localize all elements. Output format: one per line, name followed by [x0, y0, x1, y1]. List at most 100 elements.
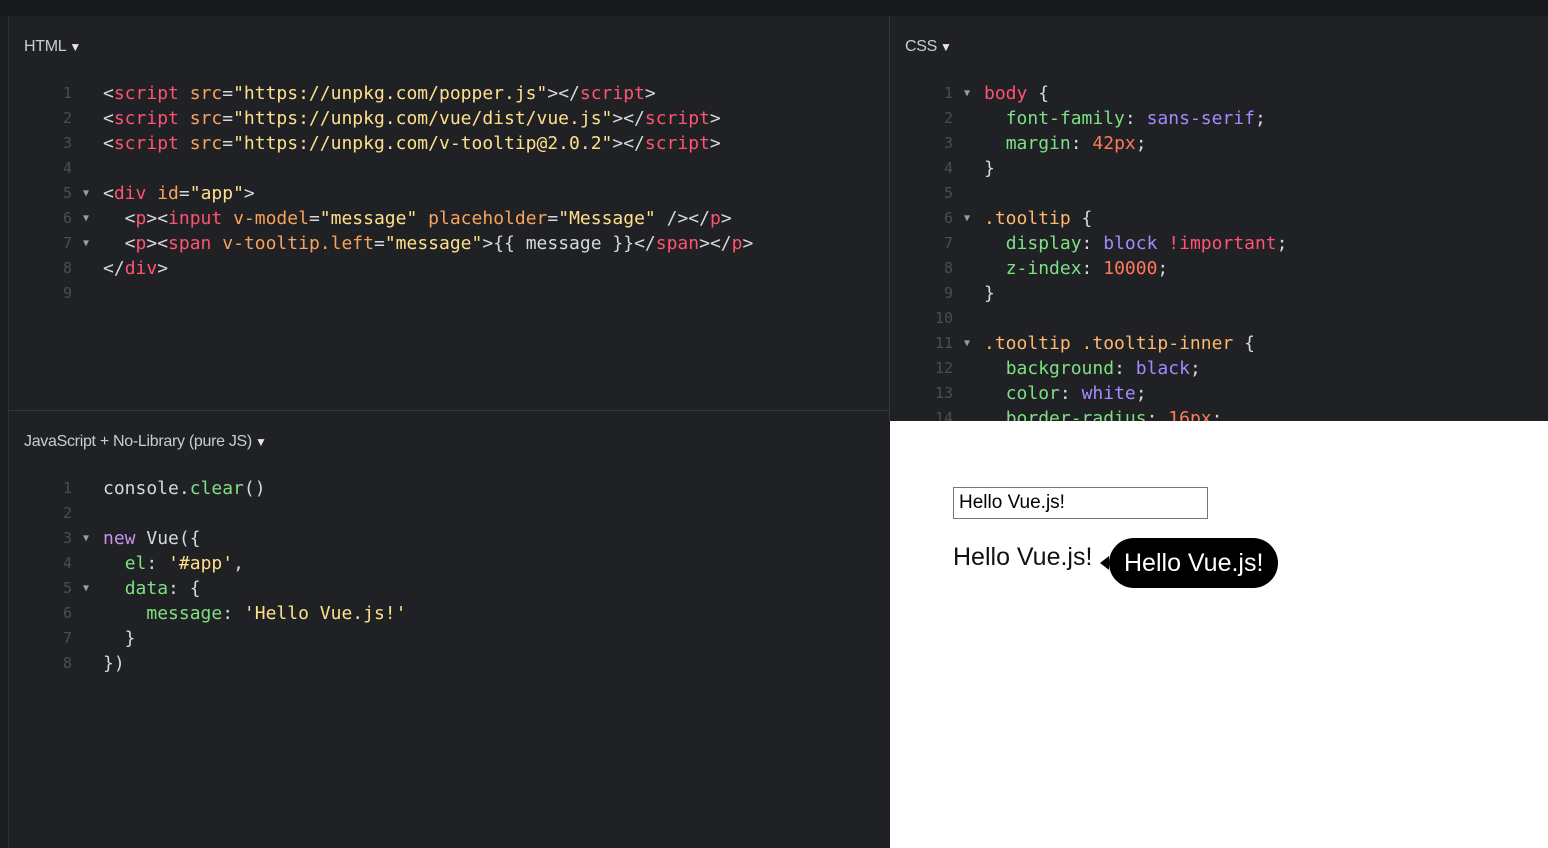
line-number: 5 [943, 184, 953, 202]
code-line[interactable]: 3 margin: 42px; [890, 131, 1548, 156]
js-editor-pane[interactable]: JavaScript + No-Library (pure JS) ▼ 1 con… [9, 411, 889, 848]
code-line[interactable]: 3 <script src="https://unpkg.com/v-toolti… [9, 131, 889, 156]
code-token: : { [168, 578, 201, 599]
code-token: = [547, 208, 559, 229]
message-input[interactable] [953, 487, 1208, 519]
fold-arrow-icon[interactable]: ▼ [83, 231, 89, 256]
code-token: span [655, 233, 700, 254]
code-text: <script src="https://unpkg.com/popper.js… [103, 81, 656, 106]
code-token: : [1146, 408, 1169, 421]
line-number: 7 [943, 234, 953, 252]
line-number: 9 [62, 284, 72, 302]
code-token: div [113, 183, 147, 204]
code-line[interactable]: 1 ▼ body { [890, 81, 1548, 106]
html-code-area[interactable]: 1 <script src="https://unpkg.com/popper.j… [9, 81, 889, 306]
fold-arrow-icon[interactable]: ▼ [83, 181, 89, 206]
code-token: ; [1254, 108, 1266, 129]
code-token: < [103, 183, 114, 204]
fold-arrow-icon[interactable]: ▼ [83, 206, 89, 231]
code-line[interactable]: 5 ▼ data: { [9, 576, 889, 601]
code-token: } [984, 283, 995, 304]
code-token: > [720, 208, 732, 229]
code-line[interactable]: 3 ▼ new Vue({ [9, 526, 889, 551]
code-line[interactable]: 7 ▼ <p><span v-tooltip.left="message">{{ … [9, 231, 889, 256]
code-line[interactable]: 7 } [9, 626, 889, 651]
code-token: : [1070, 133, 1093, 154]
code-line[interactable]: 4} [890, 156, 1548, 181]
code-token: > [709, 133, 721, 154]
code-text: <script src="https://unpkg.com/vue/dist/… [103, 106, 721, 131]
line-number: 8 [943, 259, 953, 277]
code-token: .tooltip [984, 208, 1071, 229]
dropdown-caret-icon[interactable]: ▼ [255, 435, 267, 449]
code-token: () [243, 478, 266, 499]
code-line[interactable]: 6 ▼ <p><input v-model="message" placehold… [9, 206, 889, 231]
fold-arrow-icon[interactable]: ▼ [83, 526, 89, 551]
js-code-area[interactable]: 1 console.clear() 2 3 ▼ new Vue({4 el: '#app'… [9, 476, 889, 676]
code-line[interactable]: 1 <script src="https://unpkg.com/popper.j… [9, 81, 889, 106]
code-line[interactable]: 7 display: block !important; [890, 231, 1548, 256]
line-number: 3 [62, 134, 72, 152]
css-code-area[interactable]: 1 ▼ body {2 font-family: sans-serif; 3 marg… [890, 81, 1548, 421]
fold-arrow-icon[interactable]: ▼ [964, 81, 970, 106]
dropdown-caret-icon[interactable]: ▼ [69, 40, 81, 54]
code-token: .tooltip .tooltip-inner [984, 333, 1234, 354]
code-line[interactable]: 10 [890, 306, 1548, 331]
code-token: white [1081, 383, 1136, 404]
html-pane-header[interactable]: HTML ▼ [24, 36, 81, 58]
code-line[interactable]: 5 ▼ <div id="app"> [9, 181, 889, 206]
code-line[interactable]: 13 color: white; [890, 381, 1548, 406]
code-token: v-tooltip.left [222, 233, 374, 254]
code-token: clear [189, 478, 244, 499]
code-token: ></ [612, 108, 645, 129]
code-token: p [135, 208, 147, 229]
css-editor-pane[interactable]: CSS ▼ 1 ▼ body {2 font-family: sans-serif;… [890, 16, 1548, 421]
code-line[interactable]: 2 font-family: sans-serif; [890, 106, 1548, 131]
code-text: </div> [103, 256, 168, 281]
js-pane-header[interactable]: JavaScript + No-Library (pure JS) ▼ [24, 431, 267, 453]
line-number: 5 [62, 184, 72, 202]
code-line[interactable]: 8 z-index: 10000; [890, 256, 1548, 281]
tooltip-arrow [1100, 556, 1109, 570]
code-line[interactable]: 8}) [9, 651, 889, 676]
code-line[interactable]: 4 [9, 156, 889, 181]
code-text: margin: 42px; [984, 131, 1147, 156]
code-line[interactable]: 12 background: black; [890, 356, 1548, 381]
code-token: p [709, 208, 721, 229]
code-line[interactable]: 2 <script src="https://unpkg.com/vue/dist… [9, 106, 889, 131]
dropdown-caret-icon[interactable]: ▼ [940, 40, 952, 54]
code-token: = [178, 183, 190, 204]
code-line[interactable]: 11 ▼ .tooltip .tooltip-inner { [890, 331, 1548, 356]
code-token: "Message" [558, 208, 656, 229]
code-line[interactable]: 6 message: 'Hello Vue.js!' [9, 601, 889, 626]
code-token: = [308, 208, 320, 229]
code-line[interactable]: 2 [9, 501, 889, 526]
code-line[interactable]: 1 console.clear() [9, 476, 889, 501]
code-token: "https://unpkg.com/popper.js" [233, 83, 548, 104]
css-pane-header[interactable]: CSS ▼ [905, 36, 952, 58]
fold-arrow-icon[interactable]: ▼ [964, 206, 970, 231]
code-line[interactable]: 6 ▼ .tooltip { [890, 206, 1548, 231]
code-line[interactable]: 8 </div> [9, 256, 889, 281]
fold-arrow-icon[interactable]: ▼ [964, 331, 970, 356]
code-line[interactable]: 5 [890, 181, 1548, 206]
code-token: : [1081, 258, 1104, 279]
message-span[interactable]: Hello Vue.js! [953, 543, 1092, 572]
code-line[interactable]: 14 border-radius: 16px; [890, 406, 1548, 421]
html-editor-pane[interactable]: HTML ▼ 1 <script src="https://unpkg.com/p… [9, 16, 889, 410]
code-line[interactable]: 9 [9, 281, 889, 306]
code-line[interactable]: 4 el: '#app', [9, 551, 889, 576]
code-token: < [103, 133, 114, 154]
code-token: src [189, 83, 223, 104]
code-line[interactable]: 9} [890, 281, 1548, 306]
code-token: div [124, 258, 158, 279]
fold-arrow-icon[interactable]: ▼ [83, 576, 89, 601]
